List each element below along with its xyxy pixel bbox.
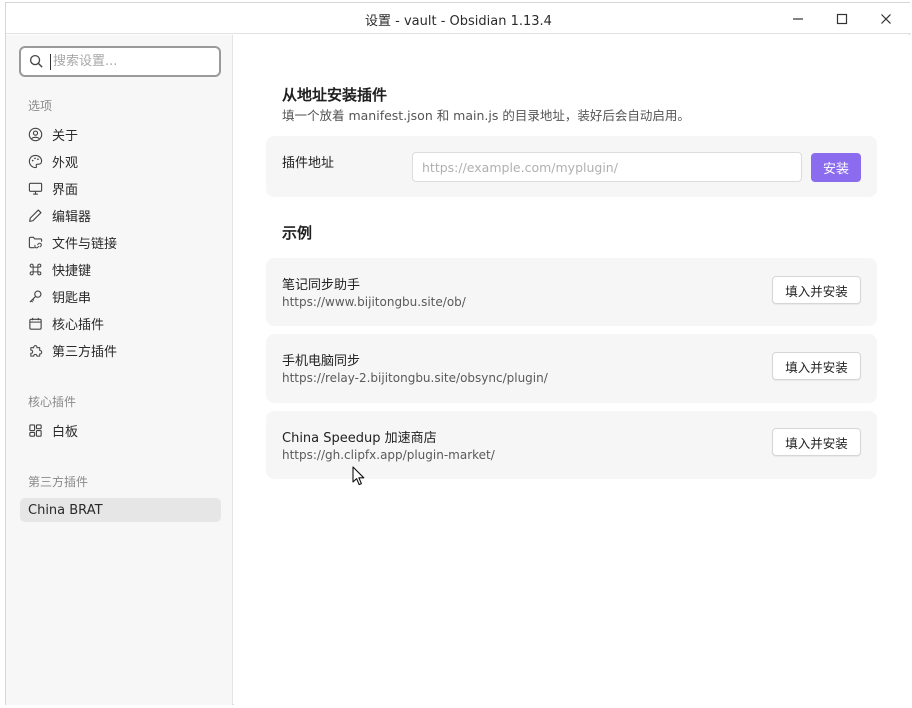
sidebar-item-appearance[interactable]: 外观 [20,149,221,173]
sidebar-item-label: 白板 [52,424,79,440]
fill-and-install-button[interactable]: 填入并安装 [772,276,861,304]
sidebar-item-label: 快捷键 [52,263,92,279]
sidebar-item-label: 钥匙串 [52,290,92,306]
sidebar-item-label: 核心插件 [52,317,105,333]
settings-content: 从地址安装插件 填一个放着 manifest.json 和 main.js 的目… [234,35,910,705]
calendar-box-icon [29,317,42,330]
install-description: 填一个放着 manifest.json 和 main.js 的目录地址，装好后会… [282,108,690,123]
example-url: https://gh.clipfx.app/plugin-market/ [282,448,495,462]
sidebar-item-about[interactable]: 关于 [20,122,221,146]
sidebar-item-core-plugins[interactable]: 核心插件 [20,311,221,335]
maximize-button[interactable] [830,8,854,30]
example-item: 笔记同步助手 https://www.bijitongbu.site/ob/ 填… [266,258,877,326]
install-button[interactable]: 安装 [811,153,861,182]
sidebar-item-interface[interactable]: 界面 [20,176,221,200]
fill-and-install-button[interactable]: 填入并安装 [772,352,861,380]
options-section-label: 选项 [28,99,53,113]
minimize-button[interactable] [786,8,810,30]
sidebar-item-label: 编辑器 [52,209,92,225]
settings-search[interactable] [19,46,221,77]
sidebar-item-label: China BRAT [28,502,103,518]
search-input[interactable] [50,53,200,70]
sidebar-item-label: 第三方插件 [52,344,118,360]
canvas-grid-icon [29,423,42,437]
sidebar-item-label: 文件与链接 [52,236,118,252]
puzzle-icon [30,344,43,357]
close-button[interactable] [874,8,898,30]
sidebar-item-canvas[interactable]: 白板 [20,418,221,442]
install-heading: 从地址安装插件 [282,86,388,104]
mouse-pointer-icon [352,466,365,486]
settings-sidebar: 选项 关于 外观 界面 编辑器 文件与链接 快捷键 钥匙串 [6,35,233,705]
sidebar-item-label: 外观 [52,155,79,171]
close-icon [881,14,891,24]
settings-window: 设置 - vault - Obsidian 1.13.4 选项 关于 外观 界面 [5,2,911,705]
sidebar-item-community-plugins[interactable]: 第三方插件 [20,338,221,362]
user-circle-icon [28,127,43,141]
title-bar: 设置 - vault - Obsidian 1.13.4 [6,3,911,34]
example-url: https://relay-2.bijitongbu.site/obsync/p… [282,371,548,385]
sidebar-item-editor[interactable]: 编辑器 [20,203,221,227]
example-name: China Speedup 加速商店 [282,431,437,446]
sidebar-item-label: 关于 [52,128,79,144]
minimize-icon [793,18,803,20]
sidebar-item-keychain[interactable]: 钥匙串 [20,284,221,308]
example-item: 手机电脑同步 https://relay-2.bijitongbu.site/o… [266,334,877,403]
sidebar-item-china-brat[interactable]: China BRAT [20,498,221,522]
search-icon [29,54,43,68]
sidebar-item-hotkeys[interactable]: 快捷键 [20,257,221,281]
folder-link-icon [28,236,43,248]
plugin-url-input[interactable] [412,152,802,182]
sidebar-item-label: 界面 [52,182,79,198]
window-title: 设置 - vault - Obsidian 1.13.4 [365,14,552,29]
pencil-icon [29,209,42,222]
community-plugins-section-label: 第三方插件 [28,475,89,489]
example-url: https://www.bijitongbu.site/ob/ [282,295,466,309]
sidebar-item-files-links[interactable]: 文件与链接 [20,230,221,254]
plugin-url-setting: 插件地址 安装 [266,136,877,197]
core-plugins-section-label: 核心插件 [28,395,77,409]
monitor-icon [28,182,43,195]
plugin-url-label: 插件地址 [282,156,335,171]
palette-icon [28,154,43,168]
command-icon [29,263,42,275]
fill-and-install-button[interactable]: 填入并安装 [772,428,861,456]
example-name: 笔记同步助手 [282,278,361,293]
example-name: 手机电脑同步 [282,354,361,369]
maximize-icon [836,13,848,25]
key-icon [29,290,42,303]
examples-heading: 示例 [282,224,313,242]
